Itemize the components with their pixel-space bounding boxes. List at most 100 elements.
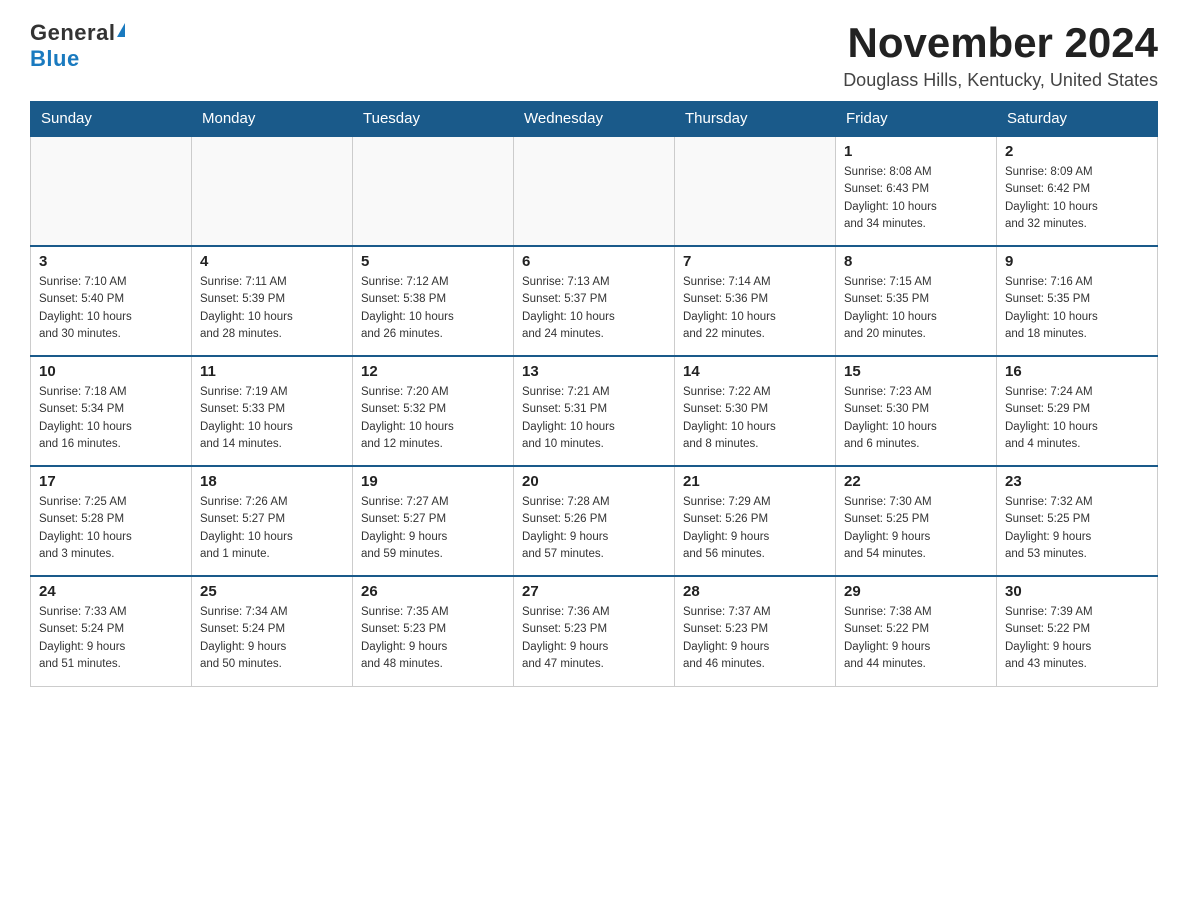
calendar-cell bbox=[675, 136, 836, 246]
calendar-cell: 16Sunrise: 7:24 AM Sunset: 5:29 PM Dayli… bbox=[997, 356, 1158, 466]
day-number: 17 bbox=[39, 473, 183, 490]
day-info: Sunrise: 7:25 AM Sunset: 5:28 PM Dayligh… bbox=[39, 494, 183, 563]
day-number: 9 bbox=[1005, 253, 1149, 270]
calendar-week-row: 10 Sunrise: 7:18 AM Sunset: 5:34 PM Dayli… bbox=[31, 356, 1158, 466]
calendar-header-cell: Friday bbox=[836, 102, 997, 137]
calendar-cell: 28 Sunrise: 7:37 AM Sunset: 5:23 PM Dayli… bbox=[675, 576, 836, 686]
calendar-cell: 12Sunrise: 7:20 AM Sunset: 5:32 PM Dayli… bbox=[353, 356, 514, 466]
calendar-body: 1 Sunrise: 8:08 AM Sunset: 6:43 PM Daylig… bbox=[31, 136, 1158, 686]
calendar-cell bbox=[192, 136, 353, 246]
calendar-header-cell: Thursday bbox=[675, 102, 836, 137]
day-info: Sunrise: 7:15 AM Sunset: 5:35 PM Dayligh… bbox=[844, 274, 988, 343]
day-number: 13 bbox=[522, 363, 666, 380]
calendar-cell: 8Sunrise: 7:15 AM Sunset: 5:35 PM Daylig… bbox=[836, 246, 997, 356]
logo-general-text: General bbox=[30, 20, 115, 46]
calendar-header-cell: Saturday bbox=[997, 102, 1158, 137]
day-number: 20 bbox=[522, 473, 666, 490]
calendar-cell: 25 Sunrise: 7:34 AM Sunset: 5:24 PM Dayli… bbox=[192, 576, 353, 686]
day-info: Sunrise: 7:30 AM Sunset: 5:25 PM Dayligh… bbox=[844, 494, 988, 563]
day-info: Sunrise: 7:38 AM Sunset: 5:22 PM Dayligh… bbox=[844, 604, 988, 673]
calendar-cell: 14 Sunrise: 7:22 AM Sunset: 5:30 PM Dayli… bbox=[675, 356, 836, 466]
day-number: 7 bbox=[683, 253, 827, 270]
day-number: 3 bbox=[39, 253, 183, 270]
logo-triangle-icon bbox=[117, 23, 125, 37]
location-subtitle: Douglass Hills, Kentucky, United States bbox=[843, 70, 1158, 91]
calendar-header-row: SundayMondayTuesdayWednesdayThursdayFrid… bbox=[31, 102, 1158, 137]
calendar-cell: 5Sunrise: 7:12 AM Sunset: 5:38 PM Daylig… bbox=[353, 246, 514, 356]
day-info: Sunrise: 7:23 AM Sunset: 5:30 PM Dayligh… bbox=[844, 384, 988, 453]
day-info: Sunrise: 7:10 AM Sunset: 5:40 PM Dayligh… bbox=[39, 274, 183, 343]
day-number: 1 bbox=[844, 143, 988, 160]
day-info: Sunrise: 7:12 AM Sunset: 5:38 PM Dayligh… bbox=[361, 274, 505, 343]
day-number: 16 bbox=[1005, 363, 1149, 380]
calendar-cell: 9 Sunrise: 7:16 AM Sunset: 5:35 PM Daylig… bbox=[997, 246, 1158, 356]
calendar-cell: 6 Sunrise: 7:13 AM Sunset: 5:37 PM Daylig… bbox=[514, 246, 675, 356]
calendar-header-cell: Tuesday bbox=[353, 102, 514, 137]
day-number: 14 bbox=[683, 363, 827, 380]
day-number: 19 bbox=[361, 473, 505, 490]
calendar-cell bbox=[514, 136, 675, 246]
day-number: 12 bbox=[361, 363, 505, 380]
calendar-cell: 23 Sunrise: 7:32 AM Sunset: 5:25 PM Dayli… bbox=[997, 466, 1158, 576]
calendar-cell bbox=[31, 136, 192, 246]
calendar-cell bbox=[353, 136, 514, 246]
day-number: 23 bbox=[1005, 473, 1149, 490]
day-number: 24 bbox=[39, 583, 183, 600]
day-info: Sunrise: 7:21 AM Sunset: 5:31 PM Dayligh… bbox=[522, 384, 666, 453]
day-info: Sunrise: 7:34 AM Sunset: 5:24 PM Dayligh… bbox=[200, 604, 344, 673]
day-info: Sunrise: 7:18 AM Sunset: 5:34 PM Dayligh… bbox=[39, 384, 183, 453]
calendar-week-row: 24Sunrise: 7:33 AM Sunset: 5:24 PM Dayli… bbox=[31, 576, 1158, 686]
day-number: 4 bbox=[200, 253, 344, 270]
calendar-table: SundayMondayTuesdayWednesdayThursdayFrid… bbox=[30, 101, 1158, 687]
day-number: 18 bbox=[200, 473, 344, 490]
day-info: Sunrise: 7:37 AM Sunset: 5:23 PM Dayligh… bbox=[683, 604, 827, 673]
day-info: Sunrise: 7:29 AM Sunset: 5:26 PM Dayligh… bbox=[683, 494, 827, 563]
day-number: 25 bbox=[200, 583, 344, 600]
day-info: Sunrise: 8:09 AM Sunset: 6:42 PM Dayligh… bbox=[1005, 164, 1149, 233]
calendar-cell: 20 Sunrise: 7:28 AM Sunset: 5:26 PM Dayli… bbox=[514, 466, 675, 576]
calendar-week-row: 17 Sunrise: 7:25 AM Sunset: 5:28 PM Dayli… bbox=[31, 466, 1158, 576]
calendar-cell: 30 Sunrise: 7:39 AM Sunset: 5:22 PM Dayli… bbox=[997, 576, 1158, 686]
day-info: Sunrise: 7:28 AM Sunset: 5:26 PM Dayligh… bbox=[522, 494, 666, 563]
calendar-cell: 21Sunrise: 7:29 AM Sunset: 5:26 PM Dayli… bbox=[675, 466, 836, 576]
calendar-cell: 13 Sunrise: 7:21 AM Sunset: 5:31 PM Dayli… bbox=[514, 356, 675, 466]
day-info: Sunrise: 7:35 AM Sunset: 5:23 PM Dayligh… bbox=[361, 604, 505, 673]
calendar-header-cell: Wednesday bbox=[514, 102, 675, 137]
day-info: Sunrise: 7:32 AM Sunset: 5:25 PM Dayligh… bbox=[1005, 494, 1149, 563]
day-number: 28 bbox=[683, 583, 827, 600]
calendar-cell: 1 Sunrise: 8:08 AM Sunset: 6:43 PM Daylig… bbox=[836, 136, 997, 246]
calendar-week-row: 1 Sunrise: 8:08 AM Sunset: 6:43 PM Daylig… bbox=[31, 136, 1158, 246]
day-info: Sunrise: 7:26 AM Sunset: 5:27 PM Dayligh… bbox=[200, 494, 344, 563]
logo-blue-text: Blue bbox=[30, 46, 80, 72]
day-info: Sunrise: 7:14 AM Sunset: 5:36 PM Dayligh… bbox=[683, 274, 827, 343]
calendar-cell: 7 Sunrise: 7:14 AM Sunset: 5:36 PM Daylig… bbox=[675, 246, 836, 356]
day-number: 6 bbox=[522, 253, 666, 270]
calendar-cell: 27 Sunrise: 7:36 AM Sunset: 5:23 PM Dayli… bbox=[514, 576, 675, 686]
calendar-cell: 11Sunrise: 7:19 AM Sunset: 5:33 PM Dayli… bbox=[192, 356, 353, 466]
day-number: 10 bbox=[39, 363, 183, 380]
day-info: Sunrise: 8:08 AM Sunset: 6:43 PM Dayligh… bbox=[844, 164, 988, 233]
title-block: November 2024 Douglass Hills, Kentucky, … bbox=[843, 20, 1158, 91]
day-info: Sunrise: 7:11 AM Sunset: 5:39 PM Dayligh… bbox=[200, 274, 344, 343]
calendar-cell: 10 Sunrise: 7:18 AM Sunset: 5:34 PM Dayli… bbox=[31, 356, 192, 466]
day-info: Sunrise: 7:13 AM Sunset: 5:37 PM Dayligh… bbox=[522, 274, 666, 343]
calendar-cell: 2Sunrise: 8:09 AM Sunset: 6:42 PM Daylig… bbox=[997, 136, 1158, 246]
calendar-header-cell: Sunday bbox=[31, 102, 192, 137]
calendar-cell: 24Sunrise: 7:33 AM Sunset: 5:24 PM Dayli… bbox=[31, 576, 192, 686]
day-number: 22 bbox=[844, 473, 988, 490]
day-number: 30 bbox=[1005, 583, 1149, 600]
calendar-cell: 19Sunrise: 7:27 AM Sunset: 5:27 PM Dayli… bbox=[353, 466, 514, 576]
calendar-cell: 17 Sunrise: 7:25 AM Sunset: 5:28 PM Dayli… bbox=[31, 466, 192, 576]
day-info: Sunrise: 7:39 AM Sunset: 5:22 PM Dayligh… bbox=[1005, 604, 1149, 673]
day-info: Sunrise: 7:36 AM Sunset: 5:23 PM Dayligh… bbox=[522, 604, 666, 673]
day-info: Sunrise: 7:22 AM Sunset: 5:30 PM Dayligh… bbox=[683, 384, 827, 453]
calendar-week-row: 3 Sunrise: 7:10 AM Sunset: 5:40 PM Daylig… bbox=[31, 246, 1158, 356]
calendar-cell: 22 Sunrise: 7:30 AM Sunset: 5:25 PM Dayli… bbox=[836, 466, 997, 576]
day-number: 26 bbox=[361, 583, 505, 600]
calendar-cell: 26 Sunrise: 7:35 AM Sunset: 5:23 PM Dayli… bbox=[353, 576, 514, 686]
day-number: 15 bbox=[844, 363, 988, 380]
calendar-cell: 3 Sunrise: 7:10 AM Sunset: 5:40 PM Daylig… bbox=[31, 246, 192, 356]
day-number: 27 bbox=[522, 583, 666, 600]
day-info: Sunrise: 7:16 AM Sunset: 5:35 PM Dayligh… bbox=[1005, 274, 1149, 343]
calendar-header-cell: Monday bbox=[192, 102, 353, 137]
